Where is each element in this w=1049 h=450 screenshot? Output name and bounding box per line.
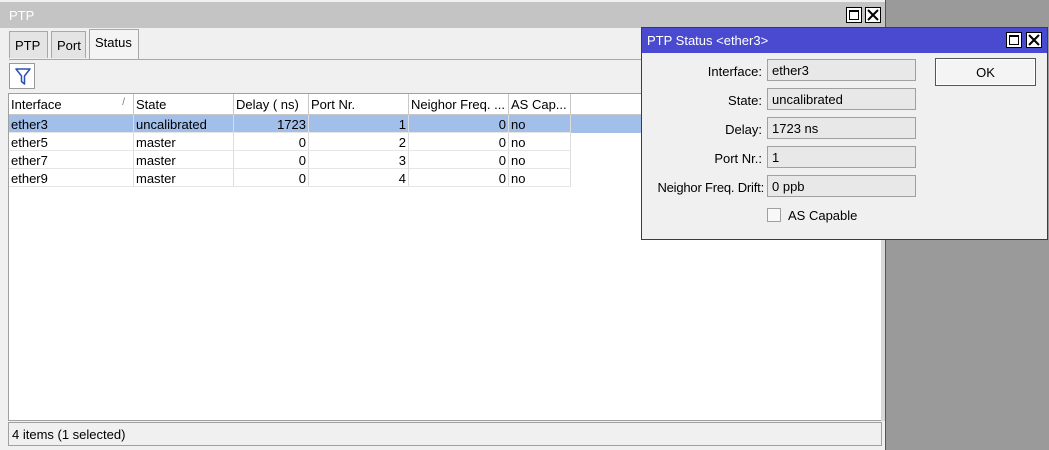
cell-interface: ether9 xyxy=(9,169,134,187)
cell-state: master xyxy=(134,151,234,169)
cell-delay: 1723 xyxy=(234,115,309,133)
maximize-icon[interactable] xyxy=(846,7,862,23)
port-nr-field[interactable]: 1 xyxy=(767,146,916,168)
column-header-port-nr[interactable]: Port Nr. xyxy=(309,94,409,114)
delay-field[interactable]: 1723 ns xyxy=(767,117,916,139)
close-icon[interactable] xyxy=(1026,32,1042,48)
neighbor-freq-drift-field[interactable]: 0 ppb xyxy=(767,175,916,197)
state-field[interactable]: uncalibrated xyxy=(767,88,916,110)
dialog-titlebar[interactable]: PTP Status <ether3> xyxy=(642,28,1047,53)
cell-neighbor-freq: 0 xyxy=(409,115,509,133)
ok-button[interactable]: OK xyxy=(935,58,1036,86)
status-bar: 4 items (1 selected) xyxy=(8,422,882,446)
column-header-label: Neighor Freq. ... xyxy=(411,97,505,112)
cell-state: master xyxy=(134,169,234,187)
cell-neighbor-freq: 0 xyxy=(409,133,509,151)
tab-status[interactable]: Status xyxy=(89,29,139,59)
ptp-window-title: PTP xyxy=(9,8,35,23)
tab-label: Port xyxy=(57,38,81,53)
cell-delay: 0 xyxy=(234,133,309,151)
cell-interface: ether5 xyxy=(9,133,134,151)
cell-as-capable: no xyxy=(509,115,571,133)
close-icon[interactable] xyxy=(865,7,881,23)
cell-delay: 0 xyxy=(234,151,309,169)
column-header-label: Delay ( ns) xyxy=(236,97,299,112)
column-header-as-capable[interactable]: AS Cap... xyxy=(509,94,571,114)
item-count-text: 4 items (1 selected) xyxy=(12,427,126,442)
column-header-neighbor-freq[interactable]: Neighor Freq. ... xyxy=(409,94,509,114)
cell-neighbor-freq: 0 xyxy=(409,169,509,187)
ptp-window-titlebar[interactable]: PTP xyxy=(0,2,885,28)
interface-label: Interface: xyxy=(707,64,762,79)
filter-button[interactable] xyxy=(9,63,35,89)
sort-indicator: / xyxy=(122,97,125,108)
cell-state: master xyxy=(134,133,234,151)
cell-delay: 0 xyxy=(234,169,309,187)
dialog-title: PTP Status <ether3> xyxy=(647,33,769,48)
column-header-label: Port Nr. xyxy=(311,97,356,112)
tab-label: PTP xyxy=(15,38,41,53)
column-header-interface[interactable]: Interface / xyxy=(9,94,134,114)
cell-port-nr: 1 xyxy=(309,115,409,133)
column-header-delay[interactable]: Delay ( ns) xyxy=(234,94,309,114)
cell-state: uncalibrated xyxy=(134,115,234,133)
filter-funnel-icon xyxy=(15,68,31,85)
delay-label: Delay: xyxy=(725,122,762,137)
cell-interface: ether3 xyxy=(9,115,134,133)
cell-port-nr: 4 xyxy=(309,169,409,187)
state-label: State: xyxy=(728,93,762,108)
as-capable-checkbox[interactable] xyxy=(767,208,781,222)
column-header-label: State xyxy=(136,97,167,112)
neighbor-freq-drift-label: Neighor Freq. Drift: xyxy=(657,180,764,195)
cell-as-capable: no xyxy=(509,169,571,187)
tab-ptp[interactable]: PTP xyxy=(9,31,48,58)
tab-port[interactable]: Port xyxy=(51,31,86,58)
cell-as-capable: no xyxy=(509,133,571,151)
port-nr-label: Port Nr.: xyxy=(714,151,762,166)
tab-label: Status xyxy=(95,35,132,50)
cell-port-nr: 3 xyxy=(309,151,409,169)
interface-field[interactable]: ether3 xyxy=(767,59,916,81)
cell-as-capable: no xyxy=(509,151,571,169)
ptp-status-dialog: PTP Status <ether3> Interface: ether3 St… xyxy=(641,27,1048,240)
column-header-label: Interface xyxy=(11,97,62,112)
as-capable-label: AS Capable xyxy=(788,208,858,223)
maximize-icon[interactable] xyxy=(1006,32,1022,48)
column-header-state[interactable]: State xyxy=(134,94,234,114)
cell-neighbor-freq: 0 xyxy=(409,151,509,169)
cell-interface: ether7 xyxy=(9,151,134,169)
column-header-label: AS Cap... xyxy=(511,97,567,112)
cell-port-nr: 2 xyxy=(309,133,409,151)
ok-button-label: OK xyxy=(976,65,995,80)
